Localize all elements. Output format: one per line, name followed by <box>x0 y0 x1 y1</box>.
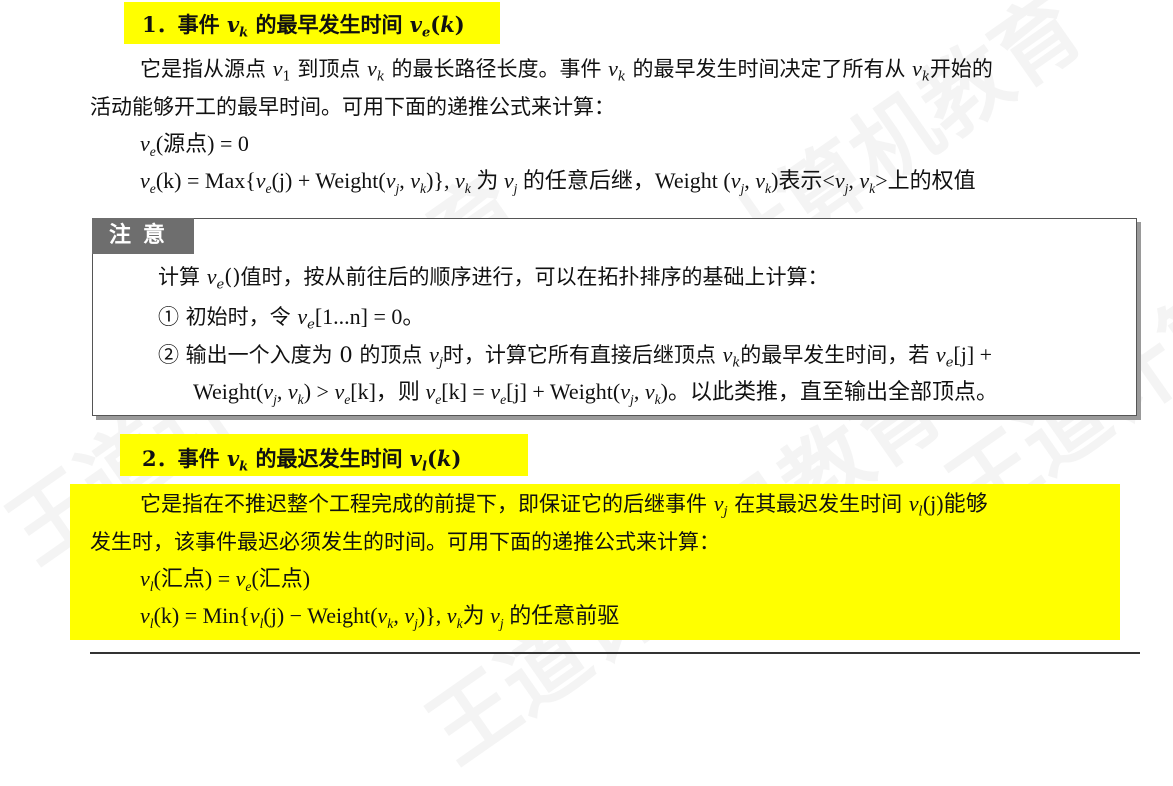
section1-formula1: ve(源点) = 0 <box>140 131 249 159</box>
bottom-divider <box>90 652 1140 654</box>
section2-formula2: vl(k) = Min{vl(j) − Weight(vk, vj)}, vk为… <box>140 603 620 631</box>
section1-heading: 1．事件 vk 的最早发生时间 ve(k) <box>142 12 465 41</box>
section2-para-line1: 它是指在不推迟整个工程完成的前提下，即保证它的后继事件 vj 在其最迟发生时间 … <box>140 491 988 520</box>
note-line4: Weight(vj, vk) > ve[k]，则 ve[k] = ve[j] +… <box>193 379 998 407</box>
note-line3: ② 输出一个入度为 0 的顶点 vj时，计算它所有直接后继顶点 vk的最早发生时… <box>158 342 993 371</box>
section1-formula2: ve(k) = Max{ve(j) + Weight(vj, vk)}, vk … <box>140 168 976 196</box>
section1-para-line1: 它是指从源点 v1 到顶点 vk 的最长路径长度。事件 vk 的最早发生时间决定… <box>140 56 993 85</box>
note-tag: 注意 <box>92 218 194 254</box>
section1-para-line2: 活动能够开工的最早时间。可用下面的递推公式来计算： <box>90 95 615 119</box>
section2-heading: 2．事件 vk 的最迟发生时间 vl(k) <box>142 446 462 475</box>
section2-formula1: vl(汇点) = ve(汇点) <box>140 566 311 594</box>
note-line1: 计算 ve()值时，按从前往后的顺序进行，可以在拓扑排序的基础上计算： <box>158 264 829 293</box>
section2-para-line2: 发生时，该事件最迟必须发生的时间。可用下面的递推公式来计算： <box>90 530 720 554</box>
note-line2: ① 初始时，令 ve[1...n] = 0。 <box>158 304 425 333</box>
